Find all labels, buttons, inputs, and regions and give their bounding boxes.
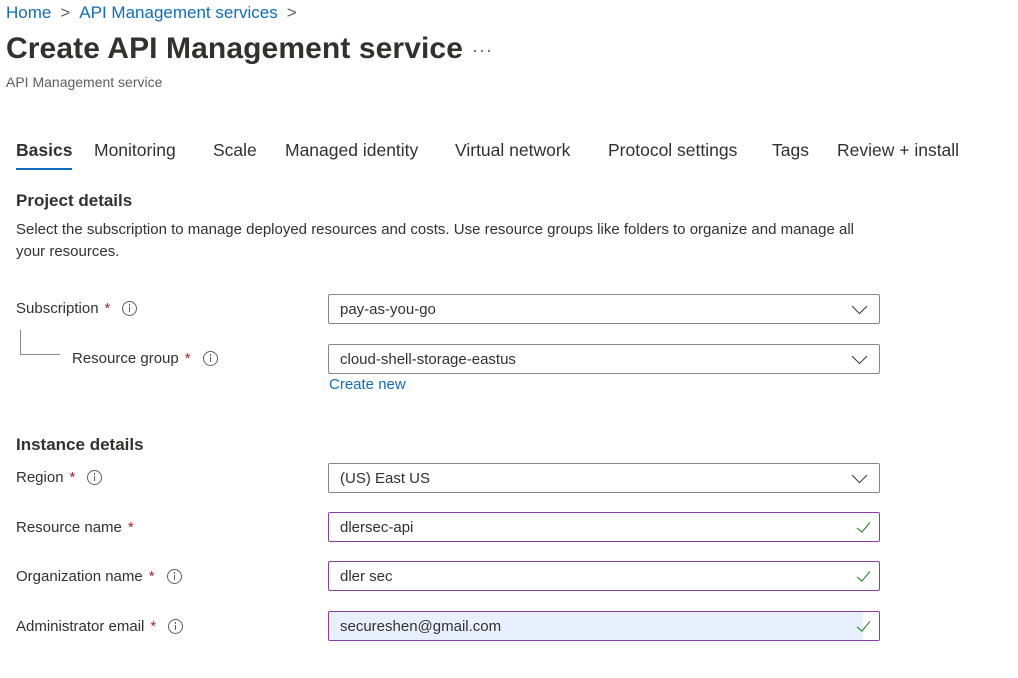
organization-name-input[interactable]: dler sec [328, 561, 880, 591]
region-label: Region * [16, 469, 103, 486]
breadcrumb-apim-services-link[interactable]: API Management services [79, 3, 277, 23]
required-asterisk: * [69, 469, 76, 486]
region-dropdown[interactable]: (US) East US [328, 463, 880, 493]
tab-basics[interactable]: Basics [16, 140, 73, 170]
breadcrumb: Home > API Management services > [6, 2, 306, 24]
administrator-email-value: secureshen@gmail.com [340, 617, 502, 635]
breadcrumb-chevron-icon: > [286, 3, 297, 22]
page-title: Create API Management service [6, 32, 463, 65]
chevron-down-icon [851, 348, 868, 364]
subscription-dropdown[interactable]: pay-as-you-go [328, 294, 880, 324]
resource-name-label-text: Resource name [16, 519, 122, 536]
administrator-email-input[interactable]: secureshen@gmail.com [328, 611, 880, 641]
tab-managed-identity[interactable]: Managed identity [285, 140, 418, 161]
resource-name-value: dlersec-api [340, 518, 414, 536]
breadcrumb-chevron-icon: > [60, 3, 71, 22]
info-icon[interactable] [202, 351, 218, 366]
resource-group-label-text: Resource group [72, 350, 179, 367]
chevron-down-icon [851, 467, 868, 483]
subscription-label-text: Subscription [16, 300, 99, 317]
resource-name-input[interactable]: dlersec-api [328, 512, 880, 542]
more-options-icon[interactable]: ··· [472, 40, 493, 61]
organization-name-value: dler sec [340, 567, 393, 585]
info-icon[interactable] [122, 301, 138, 316]
breadcrumb-home-link[interactable]: Home [6, 3, 51, 23]
tab-protocol-settings[interactable]: Protocol settings [608, 140, 737, 161]
tree-connector-horizontal [20, 354, 60, 355]
resource-group-label: Resource group * [72, 350, 218, 367]
instance-details-heading: Instance details [16, 435, 144, 454]
required-asterisk: * [148, 568, 155, 585]
organization-name-label-text: Organization name [16, 568, 143, 585]
resource-name-label: Resource name * [16, 519, 134, 536]
tree-connector-vertical [20, 330, 21, 354]
tab-tags[interactable]: Tags [772, 140, 809, 161]
tab-virtual-network[interactable]: Virtual network [455, 140, 570, 161]
administrator-email-label-text: Administrator email [16, 618, 145, 635]
info-icon[interactable] [166, 569, 182, 584]
required-asterisk: * [127, 519, 134, 536]
info-icon[interactable] [87, 470, 103, 485]
region-value: (US) East US [340, 469, 431, 487]
info-icon[interactable] [168, 619, 184, 634]
administrator-email-label: Administrator email * [16, 618, 184, 635]
subscription-label: Subscription * [16, 300, 138, 317]
page-subtitle: API Management service [6, 74, 163, 90]
create-apim-page: Home > API Management services > Create … [0, 0, 1018, 678]
tab-review-install[interactable]: Review + install [837, 140, 959, 161]
required-asterisk: * [104, 300, 111, 317]
organization-name-label: Organization name * [16, 568, 182, 585]
required-asterisk: * [184, 350, 191, 367]
tab-monitoring[interactable]: Monitoring [94, 140, 176, 161]
tab-scale[interactable]: Scale [213, 140, 257, 161]
resource-group-dropdown[interactable]: cloud-shell-storage-eastus [328, 344, 880, 374]
subscription-value: pay-as-you-go [340, 300, 436, 318]
required-asterisk: * [150, 618, 157, 635]
region-label-text: Region [16, 469, 64, 486]
resource-group-value: cloud-shell-storage-eastus [340, 350, 516, 368]
project-details-description: Select the subscription to manage deploy… [16, 221, 854, 260]
create-new-resource-group-link[interactable]: Create new [329, 376, 406, 393]
project-details-heading: Project details [16, 191, 133, 210]
chevron-down-icon [851, 298, 868, 314]
